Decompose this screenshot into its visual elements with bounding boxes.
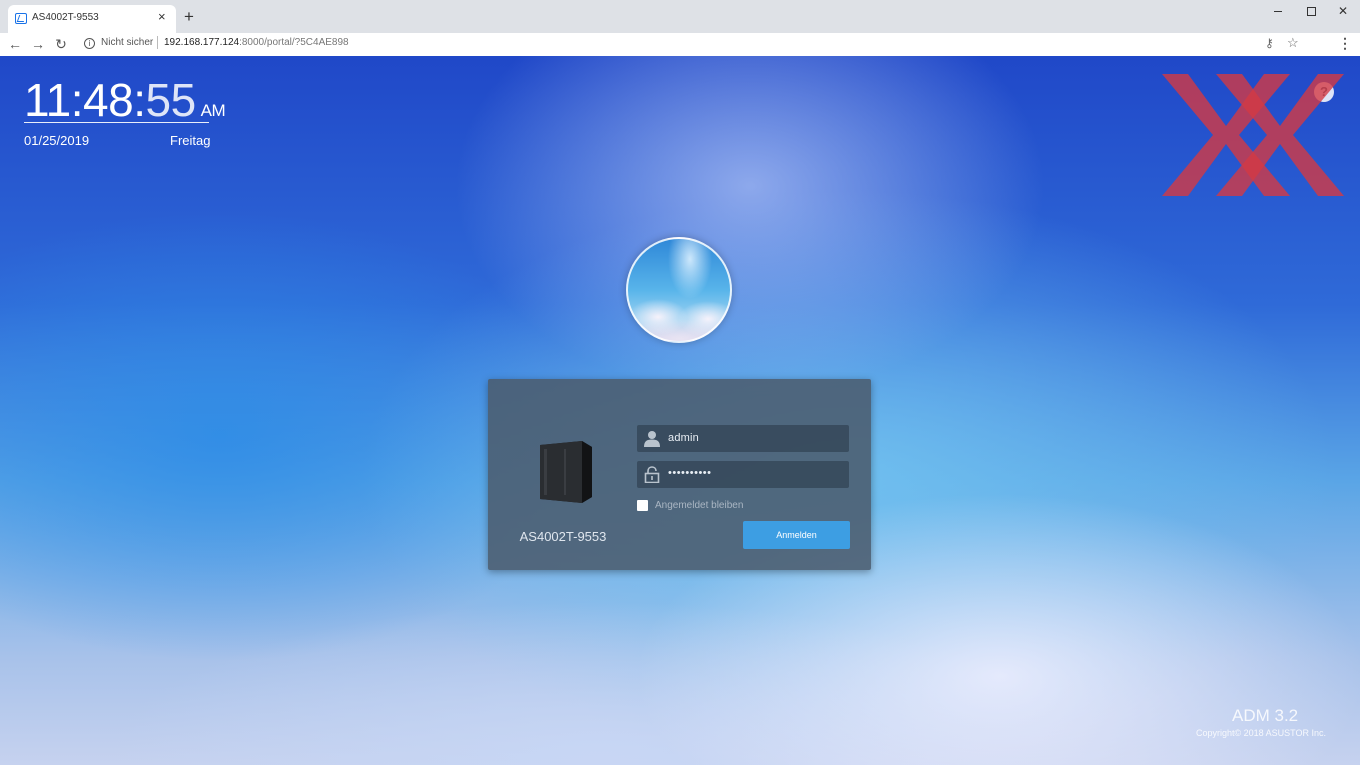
security-label[interactable]: Nicht sicher: [101, 37, 153, 48]
key-icon[interactable]: ⚷: [1265, 36, 1274, 50]
url-separator: [157, 36, 158, 49]
password-value: ••••••••••: [668, 467, 712, 479]
login-page: 11:48:55AM 01/25/2019 Freitag ? AS4002T-…: [0, 56, 1360, 765]
login-button[interactable]: Anmelden: [743, 521, 850, 549]
clock-time: 11:48:55 AM: [24, 74, 226, 135]
star-icon[interactable]: ☆: [1287, 35, 1299, 51]
browser-tab-strip: AS4002T-9553 × + ✕: [0, 0, 1360, 33]
url-path: :8000/portal/?5C4AE898: [239, 37, 349, 48]
watermark-logo: [1162, 74, 1344, 196]
url-host: 192.168.177.124: [164, 37, 240, 48]
username-value: admin: [668, 432, 699, 444]
password-field[interactable]: ••••••••••: [637, 461, 849, 488]
clock-ampm: AM: [200, 101, 226, 120]
tab-title: AS4002T-9553: [32, 12, 99, 23]
clock-seconds: 55: [145, 74, 196, 126]
user-avatar: [626, 237, 732, 343]
close-icon[interactable]: ✕: [1329, 2, 1357, 20]
reload-icon[interactable]: ↻: [52, 35, 70, 53]
tab-close-icon[interactable]: ×: [158, 10, 166, 24]
clock-date: 01/25/2019: [24, 133, 90, 148]
maximize-icon[interactable]: [1297, 2, 1325, 20]
copyright-text: Copyright© 2018 ASUSTOR Inc.: [1196, 728, 1327, 738]
browser-tab[interactable]: AS4002T-9553 ×: [8, 5, 176, 33]
clock-weekday: Freitag: [170, 133, 211, 148]
username-field[interactable]: admin: [637, 425, 849, 452]
device-name: AS4002T-9553: [519, 529, 607, 544]
menu-icon[interactable]: ⋮: [1338, 35, 1352, 52]
clock-widget: 11:48:55 AM 01/25/2019 Freitag: [24, 74, 226, 148]
user-icon: [644, 431, 660, 447]
login-panel: AS4002T-9553 admin •••••••••• Angemeldet…: [488, 379, 871, 570]
nas-device-icon: [540, 441, 592, 503]
back-arrow-icon[interactable]: ←: [6, 35, 24, 53]
info-icon[interactable]: i: [84, 38, 95, 49]
minimize-icon[interactable]: [1264, 2, 1292, 20]
asustor-favicon-icon: [15, 13, 27, 24]
lock-icon: [644, 466, 660, 483]
new-tab-button[interactable]: +: [184, 8, 194, 25]
address-bar[interactable]: 192.168.177.124:8000/portal/?5C4AE898: [164, 37, 349, 48]
adm-version: ADM 3.2: [1232, 706, 1299, 725]
clock-divider: [24, 122, 209, 123]
remember-label[interactable]: Angemeldet bleiben: [655, 500, 743, 511]
forward-arrow-icon[interactable]: →: [29, 35, 47, 53]
browser-toolbar: ← → ↻ i Nicht sicher 192.168.177.124:800…: [0, 33, 1360, 57]
clock-hours-minutes: 11:48:: [24, 74, 146, 126]
remember-checkbox[interactable]: [637, 500, 648, 511]
